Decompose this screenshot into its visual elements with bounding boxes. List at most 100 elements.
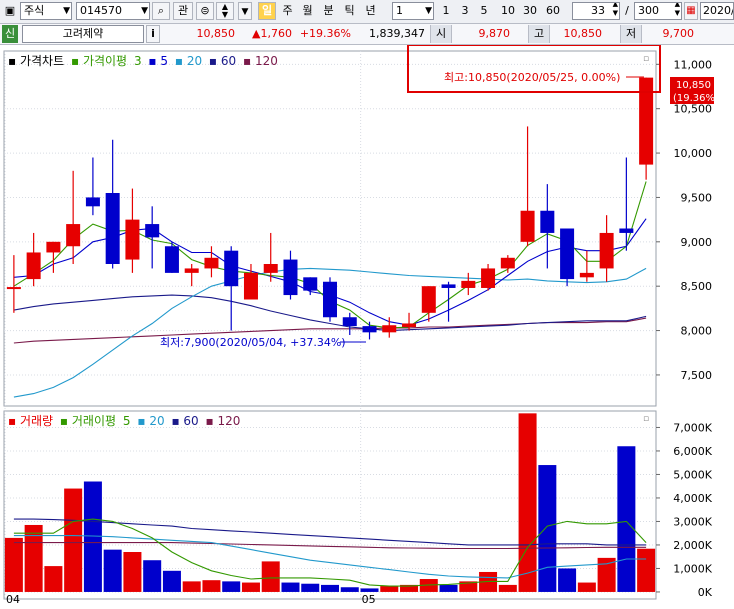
legend-dot: ▪ [243, 54, 251, 68]
volume-tick-label: 4,000K [673, 492, 712, 505]
price-tick-label: 11,000 [674, 58, 713, 71]
interval-label: 10 [501, 4, 515, 17]
period-button-minute[interactable]: 분 [320, 2, 337, 20]
candle-body [85, 197, 100, 207]
interval-select[interactable]: 1 ▼ [392, 2, 434, 20]
period-button-tick[interactable]: 틱 [341, 2, 358, 20]
price-legend: ▪ 가격차트 ▪ 가격이평 3 ▪ 5 ▪ 20 ▪ 60 ▪ 120 [8, 54, 278, 68]
candle-body [619, 228, 634, 233]
spin-button[interactable]: ▲ ▼ [216, 2, 234, 20]
legend-ma60: 60 [221, 54, 236, 68]
link-icon: ⊜ [200, 4, 210, 17]
search-button[interactable]: ⌕ [152, 2, 170, 20]
interval-label: 60 [546, 4, 560, 17]
total-input[interactable]: 300 ▲ ▼ [634, 2, 682, 20]
chart-menu-icon[interactable]: ▣ [2, 2, 18, 20]
volume-bar [439, 584, 458, 592]
chevron-down-icon: ▼ [63, 6, 70, 16]
interval-button-30[interactable]: 30 [520, 2, 540, 20]
panel-close-icon[interactable]: ▫ [643, 414, 649, 424]
price-tick-label: 9,000 [681, 236, 713, 249]
volume-bar [617, 446, 636, 592]
candle-body [540, 210, 555, 233]
stock-code-value: 014570 [80, 4, 122, 17]
interval-button-60[interactable]: 60 [543, 2, 563, 20]
candle-body [66, 224, 81, 247]
count-separator: / [625, 4, 629, 17]
price-volume-chart[interactable]: 7,500 8,000 8,500 9,000 9,500 10,000 10,500 11,… [0, 44, 734, 606]
candle-body [224, 250, 239, 287]
candle-body [599, 232, 614, 269]
dropdown-button[interactable]: ▼ [238, 2, 252, 20]
spin-updown-icon[interactable]: ▲ ▼ [675, 3, 680, 18]
volume-tick-label: 0K [698, 586, 713, 599]
candle-body [402, 323, 417, 328]
watchlist-button[interactable]: 관 [173, 2, 193, 20]
volume-bar [162, 570, 181, 592]
date-tick-label: 05 [362, 593, 376, 606]
period-button-day[interactable]: 일 [258, 2, 276, 20]
volume-tick-label: 3,000K [673, 515, 712, 528]
candle-body [26, 252, 41, 280]
period-button-month[interactable]: 월 [299, 2, 316, 20]
interval-button-5[interactable]: 5 [477, 2, 491, 20]
link-button[interactable]: ⊜ [196, 2, 214, 20]
chart-area: 7,500 8,000 8,500 9,000 9,500 10,000 10,500 11,… [0, 44, 734, 606]
legend-dot: ▪ [206, 414, 214, 428]
candle-body [283, 259, 298, 296]
watchlist-label: 관 [177, 4, 189, 17]
date-tick-label: 04 [6, 593, 20, 606]
price-tick-label: 8,500 [681, 280, 713, 293]
interval-label: 5 [480, 4, 488, 17]
market-select[interactable]: 주식 ▼ [20, 2, 72, 20]
panel-close-icon[interactable]: ▫ [643, 54, 649, 64]
open-price: 9,870 [478, 27, 511, 40]
date-value: 2020/0 [703, 4, 733, 17]
legend-dot: ▪ [148, 54, 156, 68]
candle-body [145, 224, 160, 238]
candle-body [204, 257, 219, 269]
candle-body [560, 228, 575, 280]
volume-legend: ▪ 거래량 ▪ 거래이평 5 ▪ 20 ▪ 60 ▪ 120 [8, 414, 240, 428]
chevron-down-icon: ▼ [141, 6, 148, 16]
legend-vma-label: 거래이평 [72, 414, 116, 428]
legend-dot: ▪ [60, 414, 68, 428]
period-button-year[interactable]: 년 [362, 2, 379, 20]
search-icon: ⌕ [157, 4, 165, 17]
candle-body [323, 281, 337, 318]
interval-button-10[interactable]: 10 [498, 2, 518, 20]
volume-bar [538, 465, 557, 592]
price-tick-label: 7,500 [681, 369, 713, 382]
legend-dot: ▪ [171, 414, 179, 428]
period-button-week[interactable]: 주 [279, 2, 296, 20]
count-input[interactable]: 33 ▲ ▼ [572, 2, 620, 20]
legend-vma5: 5 [123, 414, 131, 428]
grid-icon: ▦ [686, 5, 696, 16]
legend-ma20: 20 [187, 54, 202, 68]
volume-bar [281, 582, 300, 592]
candle-body [441, 284, 456, 288]
interval-button-1[interactable]: 1 [439, 2, 453, 20]
high-price: 10,850 [563, 27, 603, 40]
interval-button-3[interactable]: 3 [458, 2, 472, 20]
volume-bar [498, 584, 517, 592]
info-button[interactable]: i [146, 25, 160, 43]
price-tick-label: 8,000 [681, 325, 713, 338]
volume-bar [123, 552, 142, 592]
stock-code-input[interactable]: 014570 ▼ [76, 2, 150, 20]
legend-vma20: 20 [149, 414, 164, 428]
legend-ma3: 3 [134, 54, 142, 68]
date-input[interactable]: 2020/0 [700, 2, 734, 20]
settings-button[interactable]: ▦ [684, 2, 698, 20]
candle-body [243, 272, 258, 300]
interval-label: 1 [442, 4, 450, 17]
volume-bar [301, 583, 320, 592]
spin-updown-icon[interactable]: ▲ ▼ [613, 3, 618, 18]
candle-body [500, 257, 515, 269]
trade-volume: 1,839,347 [369, 27, 425, 40]
legend-vma120: 120 [217, 414, 240, 428]
candle-body [125, 219, 140, 260]
credit-badge: 신 [2, 25, 18, 43]
legend-dot: ▪ [209, 54, 217, 68]
stock-name: 고려제약 [22, 25, 144, 43]
